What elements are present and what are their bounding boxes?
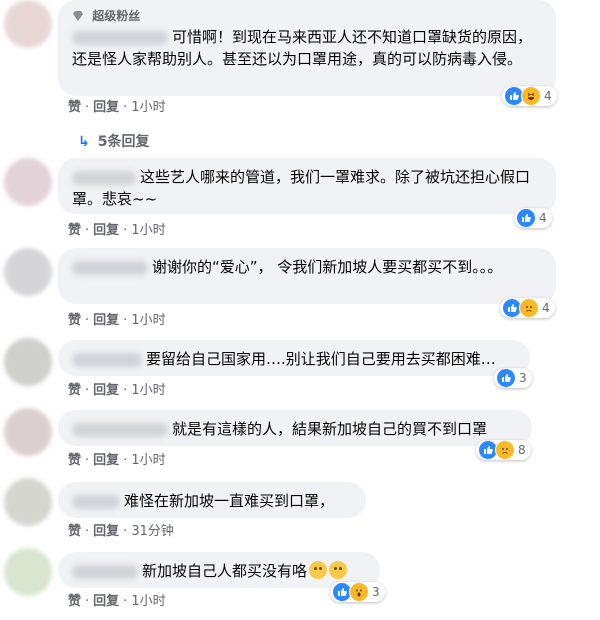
view-replies-link[interactable]: ↳ 5条回复 [78, 131, 149, 151]
comment-actions: 赞 · 回复 · 1小时 [68, 379, 166, 398]
avatar[interactable] [4, 0, 52, 48]
like-icon [496, 368, 516, 388]
timestamp[interactable]: 1小时 [131, 219, 165, 238]
timestamp[interactable]: 1小时 [131, 96, 165, 115]
like-link[interactable]: 赞 [68, 590, 81, 609]
reaction-count: 3 [519, 371, 527, 385]
reply-link[interactable]: 回复 [93, 219, 119, 238]
comment-actions: 赞 · 回复 · 1小时 [68, 96, 166, 115]
like-link[interactable]: 赞 [68, 449, 81, 468]
sad-icon [495, 440, 515, 460]
reaction-summary[interactable]: 4 [500, 298, 555, 318]
haha-icon [521, 86, 541, 106]
comment-text: 谢谢你的“爱心”， 令我们新加坡人要买都买不到。。。 [152, 258, 503, 276]
comment-text: 就是有這樣的人，結果新加坡自己的買不到口罩 [172, 420, 488, 438]
like-icon [516, 208, 536, 228]
like-link[interactable]: 赞 [68, 309, 81, 328]
comment-actions: 赞 · 回复 · 31分钟 [68, 520, 174, 539]
like-link[interactable]: 赞 [68, 219, 81, 238]
reaction-summary[interactable]: 4 [514, 208, 552, 228]
reply-arrow-icon: ↳ [78, 134, 90, 150]
reaction-count: 4 [542, 301, 550, 315]
reaction-count: 4 [544, 89, 552, 103]
commenter-name[interactable] [72, 352, 142, 367]
avatar[interactable] [4, 158, 52, 206]
timestamp[interactable]: 31分钟 [131, 520, 174, 539]
comment-bubble: 超级粉丝 可惜啊！到现在马来西亚人还不知道口罩缺货的原因，还是怪人家帮助别人。甚… [58, 0, 556, 96]
reaction-summary[interactable]: 8 [476, 440, 531, 460]
sad-icon [519, 298, 539, 318]
timestamp[interactable]: 1小时 [131, 590, 165, 609]
avatar[interactable] [4, 338, 52, 386]
comment-actions: 赞 · 回复 · 1小时 [68, 219, 166, 238]
commenter-name[interactable] [72, 260, 148, 275]
avatar[interactable] [4, 478, 52, 526]
like-link[interactable]: 赞 [68, 379, 81, 398]
reply-link[interactable]: 回复 [93, 309, 119, 328]
commenter-name[interactable] [72, 30, 168, 45]
comment-actions: 赞 · 回复 · 1小时 [68, 309, 166, 328]
reaction-count: 8 [518, 443, 526, 457]
avatar[interactable] [4, 548, 52, 596]
comment-text: 要留给自己国家用….别让我们自己要用去买都困难… [146, 350, 496, 368]
comment-bubble: 要留给自己国家用….别让我们自己要用去买都困难… [58, 340, 530, 376]
like-link[interactable]: 赞 [68, 96, 81, 115]
comment-text: 这些艺人哪来的管道，我们一罩难求。除了被坑还担心假口罩。悲哀~~ [72, 168, 531, 208]
avatar[interactable] [4, 408, 52, 456]
reaction-summary[interactable]: 3 [494, 368, 532, 388]
replies-label: 5条回复 [97, 134, 150, 150]
like-link[interactable]: 赞 [68, 520, 81, 539]
badge-label: 超级粉丝 [92, 9, 141, 23]
reply-link[interactable]: 回复 [93, 520, 119, 539]
reaction-summary[interactable]: 3 [330, 582, 385, 602]
comment-text: 难怪在新加坡一直难买到口罩， [124, 492, 335, 510]
comment-actions: 赞 · 回复 · 1小时 [68, 590, 166, 609]
commenter-name[interactable] [72, 170, 136, 185]
reply-link[interactable]: 回复 [93, 379, 119, 398]
reaction-count: 3 [372, 585, 380, 599]
reply-link[interactable]: 回复 [93, 96, 119, 115]
comment-actions: 赞 · 回复 · 1小时 [68, 449, 166, 468]
comment-bubble: 谢谢你的“爱心”， 令我们新加坡人要买都买不到。。。 [58, 248, 556, 304]
super-fan-badge: 超级粉丝 [72, 8, 542, 24]
commenter-name[interactable] [72, 564, 138, 579]
comment-bubble: 就是有這樣的人，結果新加坡自己的買不到口罩 [58, 410, 532, 446]
comment-bubble: 这些艺人哪来的管道，我们一罩难求。除了被坑还担心假口罩。悲哀~~ [58, 158, 556, 214]
reply-link[interactable]: 回复 [93, 590, 119, 609]
reply-link[interactable]: 回复 [93, 449, 119, 468]
comment-bubble: 新加坡自己人都买没有咯 [58, 552, 380, 588]
wow-icon [349, 582, 369, 602]
diamond-icon [73, 11, 83, 21]
sweat-smile-emoji [309, 561, 328, 579]
reaction-count: 4 [539, 211, 547, 225]
reaction-summary[interactable]: 4 [502, 86, 557, 106]
comment-thread: 超级粉丝 可惜啊！到现在马来西亚人还不知道口罩缺货的原因，还是怪人家帮助别人。甚… [0, 0, 600, 620]
comment-bubble: 难怪在新加坡一直难买到口罩， [58, 482, 366, 518]
commenter-name[interactable] [72, 422, 168, 437]
timestamp[interactable]: 1小时 [131, 379, 165, 398]
commenter-name[interactable] [72, 494, 120, 509]
comment-text: 新加坡自己人都买没有咯 [142, 562, 308, 580]
sweat-smile-emoji [329, 561, 348, 579]
timestamp[interactable]: 1小时 [131, 309, 165, 328]
timestamp[interactable]: 1小时 [131, 449, 165, 468]
avatar[interactable] [4, 248, 52, 296]
